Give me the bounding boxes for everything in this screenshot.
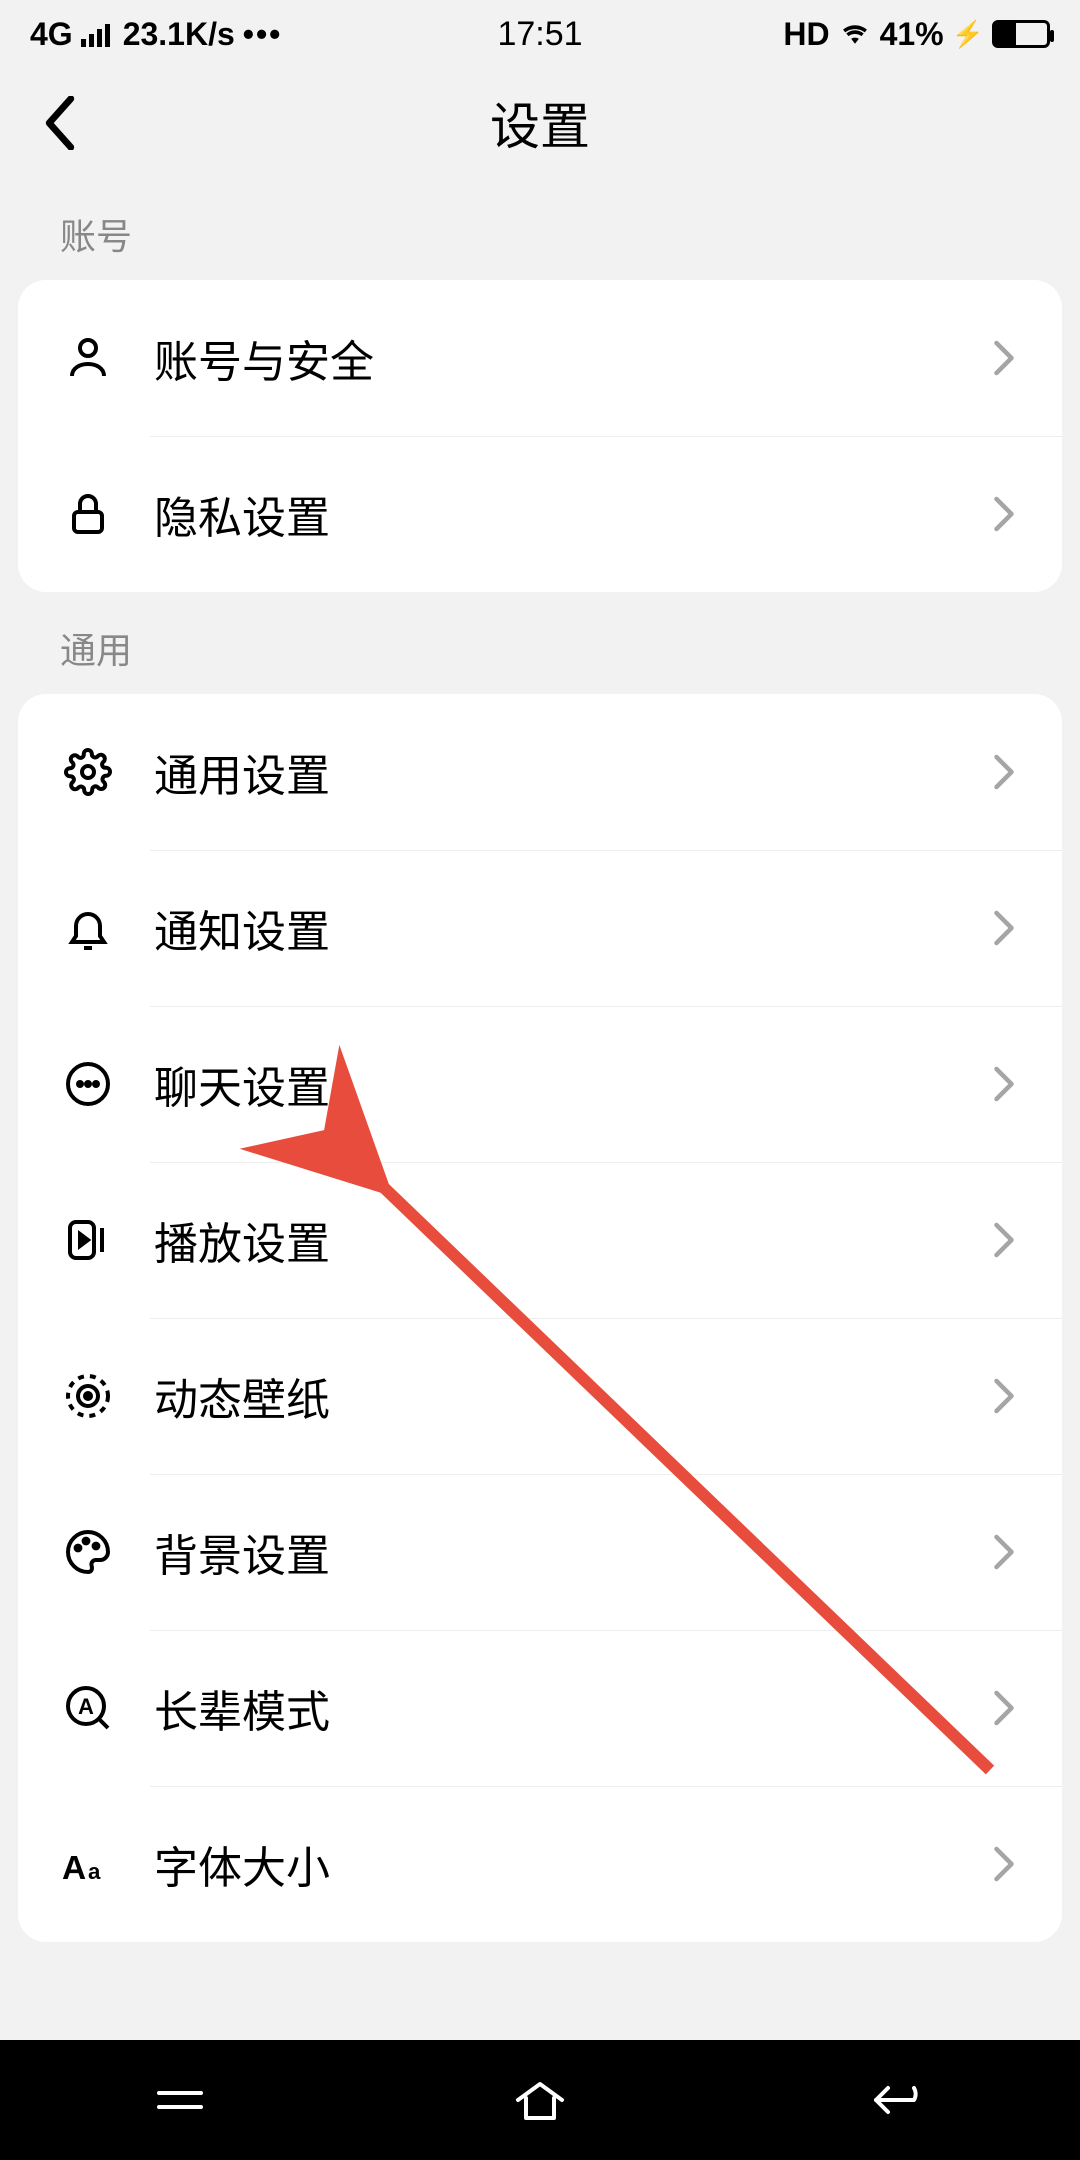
target-icon <box>58 1366 118 1426</box>
row-general-settings[interactable]: 通用设置 <box>18 694 1062 850</box>
row-label: 聊天设置 <box>154 1052 986 1116</box>
nav-menu-button[interactable] <box>140 2070 220 2130</box>
font-size-icon: Aa <box>58 1834 118 1894</box>
back-button[interactable] <box>30 93 90 153</box>
signal-icon <box>81 21 115 47</box>
magnify-a-icon: A <box>58 1678 118 1738</box>
charging-icon: ⚡ <box>952 19 984 50</box>
chevron-right-icon <box>986 754 1022 790</box>
more-dots-icon: ••• <box>243 16 283 53</box>
titlebar: 设置 <box>0 68 1080 178</box>
card-account: 账号与安全 隐私设置 <box>18 280 1062 592</box>
system-navbar <box>0 2040 1080 2160</box>
svg-text:A: A <box>62 1850 86 1887</box>
svg-text:A: A <box>78 1694 94 1719</box>
row-label: 隐私设置 <box>154 482 986 546</box>
card-general: 通用设置 通知设置 聊天设置 播放设置 <box>18 694 1062 1942</box>
wifi-icon <box>838 21 872 47</box>
chevron-left-icon <box>43 96 77 150</box>
network-label: 4G <box>30 16 73 53</box>
row-notification[interactable]: 通知设置 <box>18 850 1062 1006</box>
chevron-right-icon <box>986 910 1022 946</box>
row-chat[interactable]: 聊天设置 <box>18 1006 1062 1162</box>
page-title: 设置 <box>490 87 590 159</box>
section-header-general: 通用 <box>0 592 1080 694</box>
play-icon <box>58 1210 118 1270</box>
row-label: 长辈模式 <box>154 1676 986 1740</box>
row-label: 动态壁纸 <box>154 1364 986 1428</box>
nav-back-button[interactable] <box>860 2070 940 2130</box>
battery-icon <box>992 20 1050 48</box>
row-privacy[interactable]: 隐私设置 <box>18 436 1062 592</box>
row-dynamic-wallpaper[interactable]: 动态壁纸 <box>18 1318 1062 1474</box>
chevron-right-icon <box>986 1690 1022 1726</box>
gear-icon <box>58 742 118 802</box>
chevron-right-icon <box>986 1846 1022 1882</box>
row-account-security[interactable]: 账号与安全 <box>18 280 1062 436</box>
row-label: 背景设置 <box>154 1520 986 1584</box>
row-label: 通用设置 <box>154 740 986 804</box>
nav-home-button[interactable] <box>500 2070 580 2130</box>
row-label: 播放设置 <box>154 1208 986 1272</box>
screen: 4G 23.1K/s ••• 17:51 HD 41% ⚡ 设置 账号 <box>0 0 1080 2160</box>
user-icon <box>58 328 118 388</box>
row-playback[interactable]: 播放设置 <box>18 1162 1062 1318</box>
status-bar: 4G 23.1K/s ••• 17:51 HD 41% ⚡ <box>0 0 1080 68</box>
chevron-right-icon <box>986 1222 1022 1258</box>
row-label: 账号与安全 <box>154 326 986 390</box>
chat-icon <box>58 1054 118 1114</box>
chevron-right-icon <box>986 340 1022 376</box>
row-background[interactable]: 背景设置 <box>18 1474 1062 1630</box>
chevron-right-icon <box>986 1066 1022 1102</box>
chevron-right-icon <box>986 1378 1022 1414</box>
lock-icon <box>58 484 118 544</box>
clock: 17:51 <box>497 15 582 54</box>
speed-label: 23.1K/s <box>123 16 235 53</box>
row-label: 字体大小 <box>154 1832 986 1896</box>
status-right: HD 41% ⚡ <box>783 16 1050 53</box>
row-elder-mode[interactable]: A 长辈模式 <box>18 1630 1062 1786</box>
section-header-account: 账号 <box>0 178 1080 280</box>
chevron-right-icon <box>986 1534 1022 1570</box>
palette-icon <box>58 1522 118 1582</box>
svg-text:a: a <box>88 1859 101 1884</box>
row-label: 通知设置 <box>154 896 986 960</box>
row-font-size[interactable]: Aa 字体大小 <box>18 1786 1062 1942</box>
battery-label: 41% <box>880 16 944 53</box>
status-left: 4G 23.1K/s ••• <box>30 16 282 53</box>
bell-icon <box>58 898 118 958</box>
hd-label: HD <box>783 16 829 53</box>
chevron-right-icon <box>986 496 1022 532</box>
